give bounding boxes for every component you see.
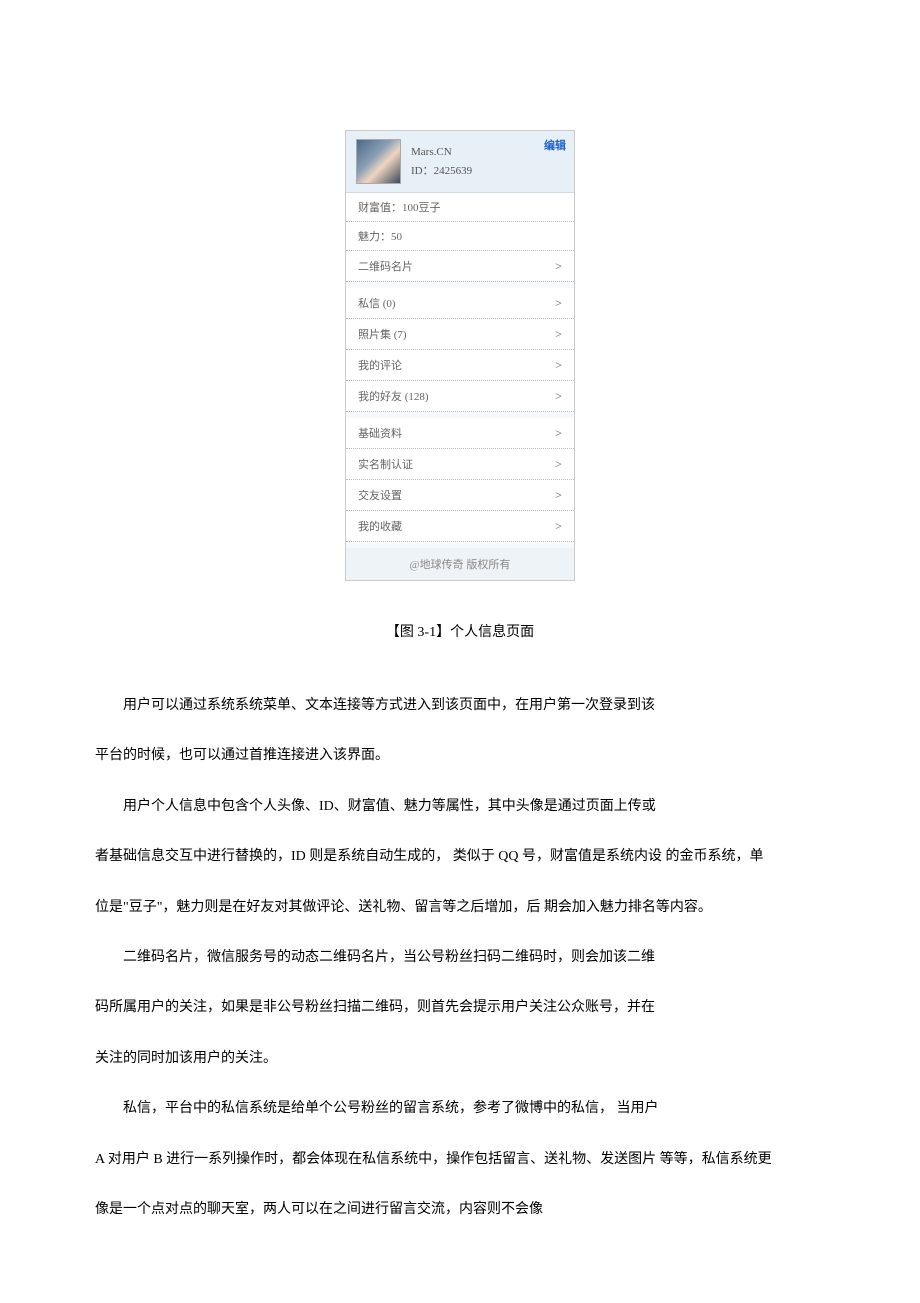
- footer-bar: @地球传奇 版权所有: [346, 548, 574, 580]
- chevron-right-icon: >: [555, 389, 562, 404]
- para-4c: 像是一个点对点的聊天室，两人可以在之间进行留言交流，内容则不会像: [95, 1185, 825, 1235]
- favorites-row[interactable]: 我的收藏 >: [346, 511, 574, 542]
- list-section-1: 私信 (0) > 照片集 (7) > 我的评论 > 我的好友 (128) >: [346, 288, 574, 412]
- avatar[interactable]: [356, 139, 401, 184]
- edit-link[interactable]: 编辑: [544, 137, 566, 153]
- social-label: 交友设置: [358, 487, 402, 503]
- qrcard-label: 二维码名片: [358, 258, 413, 274]
- profile-name: Mars.CN: [411, 146, 564, 158]
- photos-row[interactable]: 照片集 (7) >: [346, 319, 574, 350]
- para-4a: 私信，平台中的私信系统是给单个公号粉丝的留言系统，参考了微博中的私信， 当用户: [95, 1084, 825, 1134]
- profile-label: 基础资料: [358, 425, 402, 441]
- body-text: 用户可以通过系统系统菜单、文本连接等方式进入到该页面中，在用户第一次登录到该 平…: [0, 681, 920, 1235]
- para-1b: 平台的时候，也可以通过首推连接进入该界面。: [95, 731, 825, 781]
- para-3a: 二维码名片，微信服务号的动态二维码名片，当公号粉丝扫码二维码时，则会加该二维: [95, 933, 825, 983]
- para-4b: A 对用户 B 进行一系列操作时，都会体现在私信系统中，操作包括留言、送礼物、发…: [95, 1135, 825, 1185]
- photos-label: 照片集 (7): [358, 326, 407, 342]
- list-section-2: 基础资料 > 实名制认证 > 交友设置 > 我的收藏 >: [346, 418, 574, 542]
- para-3c: 关注的同时加该用户的关注。: [95, 1034, 825, 1084]
- profile-info: Mars.CN ID：2425639: [411, 146, 564, 178]
- chevron-right-icon: >: [555, 488, 562, 503]
- para-2b: 者基础信息交互中进行替换的，ID 则是系统自动生成的， 类似于 QQ 号，财富值…: [95, 832, 825, 882]
- chevron-right-icon: >: [555, 457, 562, 472]
- favorites-label: 我的收藏: [358, 518, 402, 534]
- chevron-right-icon: >: [555, 519, 562, 534]
- profile-row[interactable]: 基础资料 >: [346, 418, 574, 449]
- messages-row[interactable]: 私信 (0) >: [346, 288, 574, 319]
- chevron-right-icon: >: [555, 426, 562, 441]
- charm-row: 魅力：50: [346, 222, 574, 251]
- realname-row[interactable]: 实名制认证 >: [346, 449, 574, 480]
- chevron-right-icon: >: [555, 259, 562, 274]
- realname-label: 实名制认证: [358, 456, 413, 472]
- phone-mockup: Mars.CN ID：2425639 编辑 财富值：100豆子 魅力：50 二维…: [345, 130, 575, 581]
- comments-row[interactable]: 我的评论 >: [346, 350, 574, 381]
- para-1a: 用户可以通过系统系统菜单、文本连接等方式进入到该页面中，在用户第一次登录到该: [95, 681, 825, 731]
- wealth-row: 财富值：100豆子: [346, 193, 574, 222]
- social-row[interactable]: 交友设置 >: [346, 480, 574, 511]
- chevron-right-icon: >: [555, 327, 562, 342]
- profile-id: ID：2425639: [411, 162, 564, 178]
- qrcard-row[interactable]: 二维码名片 >: [346, 251, 574, 282]
- comments-label: 我的评论: [358, 357, 402, 373]
- para-3b: 码所属用户的关注，如果是非公号粉丝扫描二维码，则首先会提示用户关注公众账号，并在: [95, 983, 825, 1033]
- figure-caption: 【图 3-1】个人信息页面: [0, 621, 920, 641]
- friends-row[interactable]: 我的好友 (128) >: [346, 381, 574, 412]
- para-2a: 用户个人信息中包含个人头像、ID、财富值、魅力等属性，其中头像是通过页面上传或: [95, 782, 825, 832]
- profile-header: Mars.CN ID：2425639 编辑: [346, 131, 574, 193]
- chevron-right-icon: >: [555, 358, 562, 373]
- para-2c: 位是"豆子"，魅力则是在好友对其做评论、送礼物、留言等之后增加，后 期会加入魅力…: [95, 883, 825, 933]
- chevron-right-icon: >: [555, 296, 562, 311]
- friends-label: 我的好友 (128): [358, 388, 429, 404]
- messages-label: 私信 (0): [358, 295, 396, 311]
